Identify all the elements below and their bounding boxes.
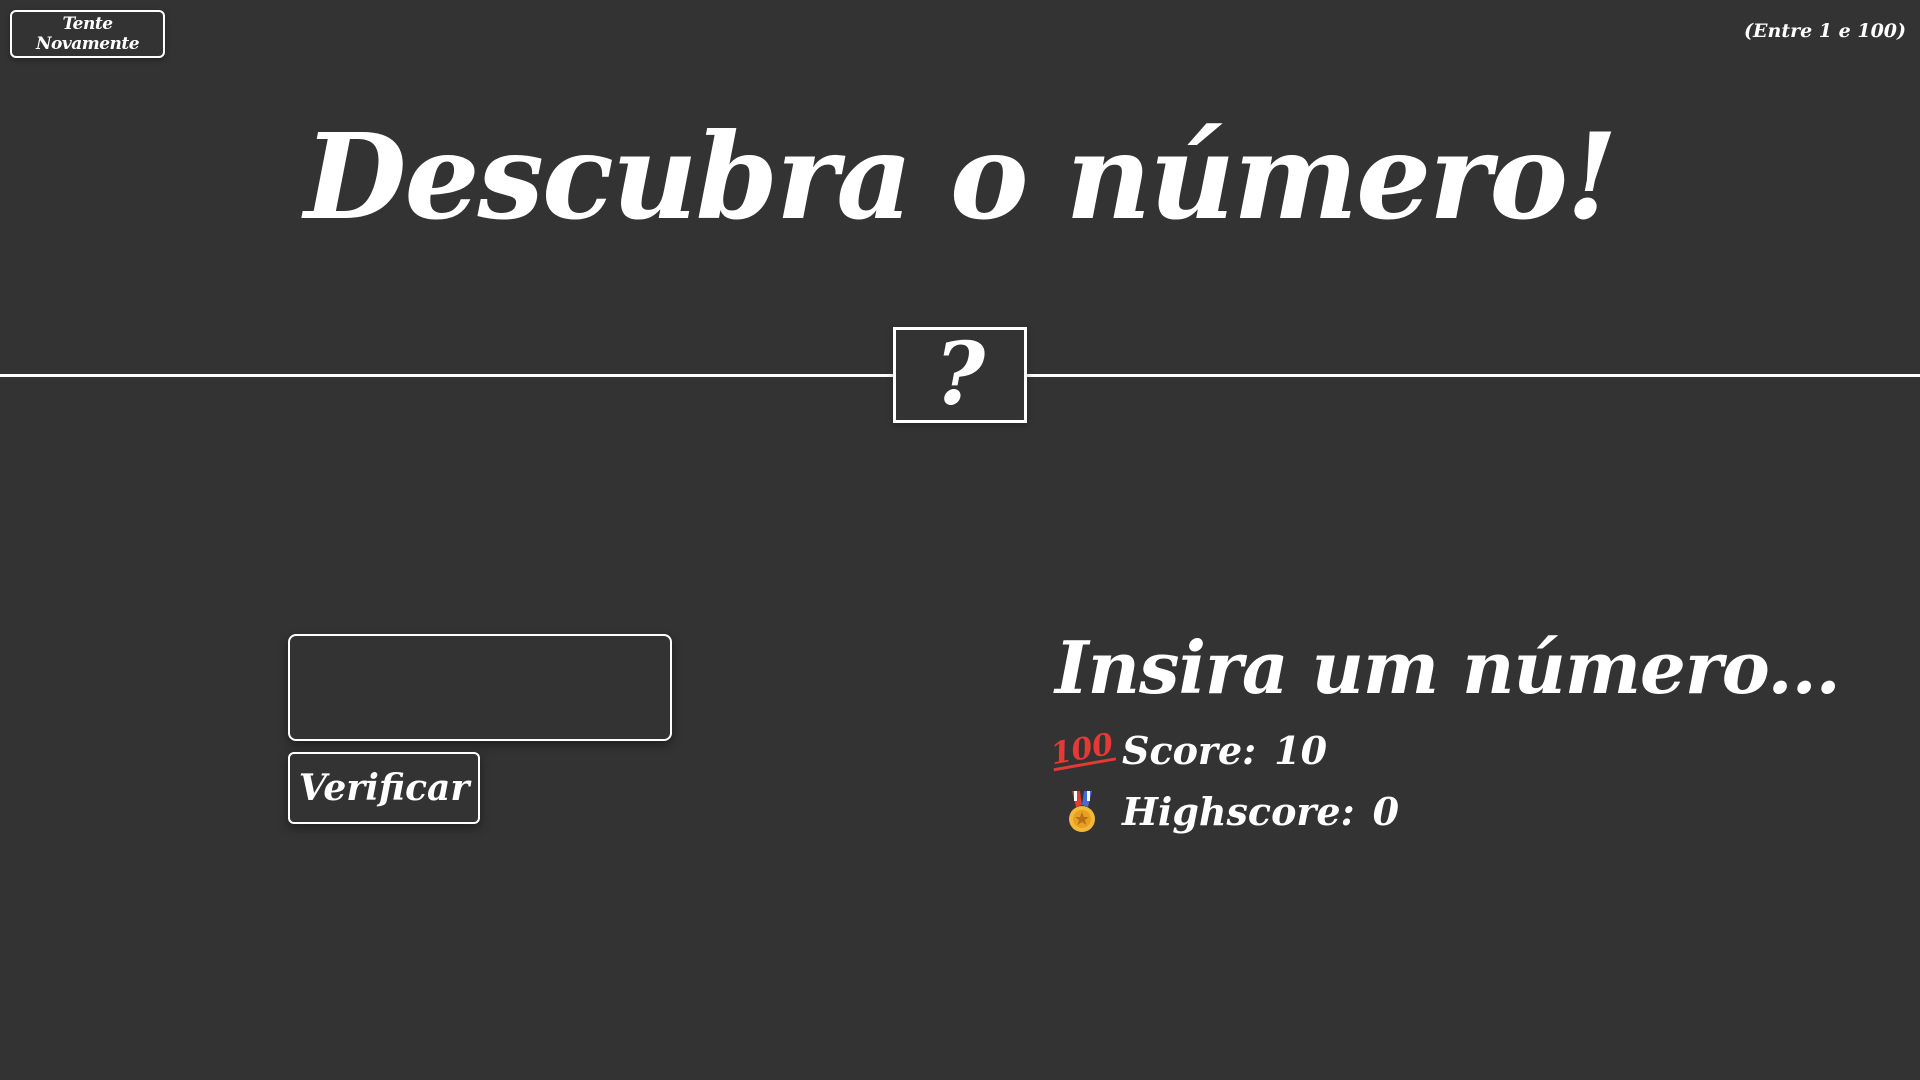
highscore-label: Highscore: bbox=[1122, 789, 1355, 834]
score-label: Score: bbox=[1122, 728, 1257, 773]
try-again-button[interactable]: Tente Novamente bbox=[10, 10, 165, 58]
check-button[interactable]: Verificar bbox=[288, 752, 480, 824]
medal-icon bbox=[1060, 790, 1104, 833]
page-title: Descubra o número! bbox=[304, 107, 1618, 246]
score-value: 10 bbox=[1274, 728, 1328, 773]
guess-input[interactable] bbox=[288, 634, 672, 741]
highscore-row: Highscore: 0 bbox=[1060, 789, 1399, 834]
highscore-value: 0 bbox=[1372, 789, 1400, 834]
secret-number-box: ? bbox=[893, 327, 1027, 423]
hundred-points-icon: 100 bbox=[1047, 726, 1116, 772]
range-hint: (Entre 1 e 100) bbox=[1744, 20, 1906, 42]
status-message: Insira um número... bbox=[1055, 625, 1841, 710]
score-row: 100 Score: 10 bbox=[1047, 726, 1328, 773]
